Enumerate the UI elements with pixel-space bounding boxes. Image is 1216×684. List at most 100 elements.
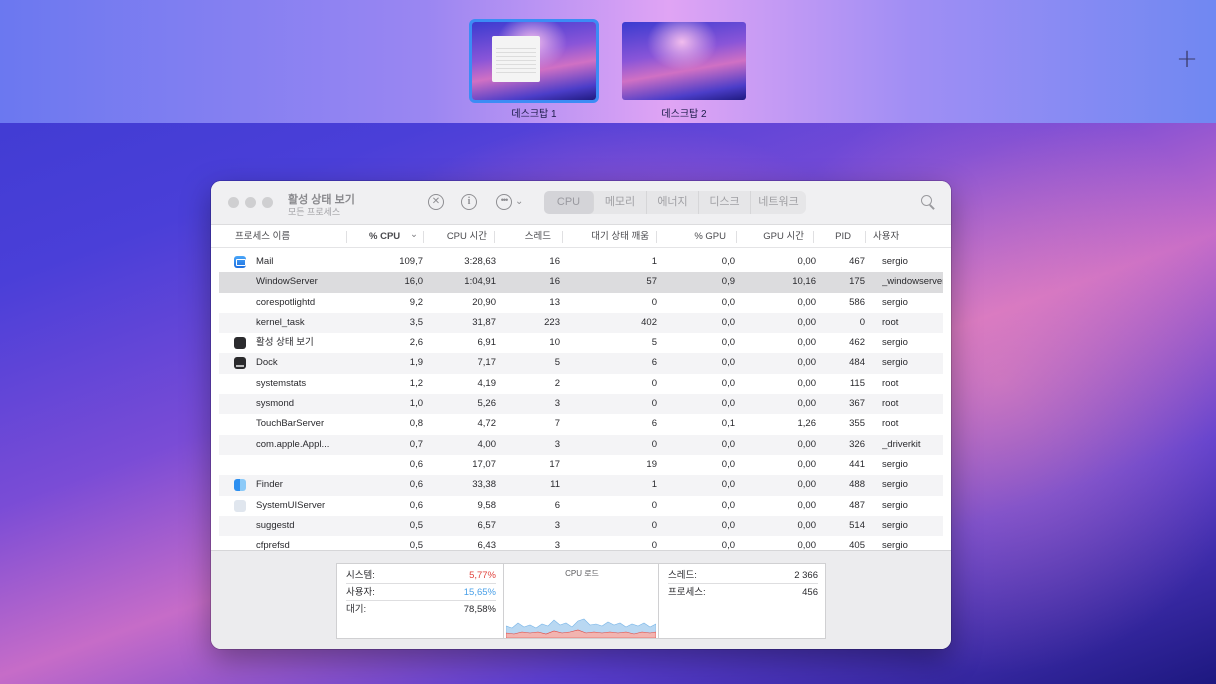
tab-network[interactable]: 네트워크	[751, 191, 806, 214]
chevron-down-icon[interactable]: ⌄	[515, 196, 523, 207]
cell-pid: 355	[849, 418, 865, 430]
cell-pid: 367	[849, 398, 865, 410]
cell-cpu: 1,2	[409, 377, 423, 389]
search-icon[interactable]	[920, 194, 936, 210]
stop-process-icon[interactable]: ✕	[428, 194, 444, 210]
cell-gpu: 0,0	[721, 458, 735, 470]
dock-icon	[234, 357, 246, 370]
cpu-load-panel: CPU 로드	[503, 563, 659, 639]
table-row[interactable]: cfprefsd 0,5 6,43 3 0 0,0 0,00 405 sergio	[219, 536, 943, 550]
cell-cpu: 9,2	[409, 296, 423, 308]
cell-user: root	[882, 377, 899, 389]
cell-cpu: 0,6	[409, 499, 423, 511]
cell-gpu-time: 10,16	[792, 276, 816, 288]
space-thumbnail-desktop-1[interactable]	[469, 19, 599, 103]
cell-pid: 467	[849, 256, 865, 267]
column-header-user[interactable]: 사용자	[865, 226, 925, 248]
cell-cpu: 0,5	[409, 519, 423, 531]
processes-stat: 프로세스: 456	[668, 585, 818, 601]
column-header-cpu-time[interactable]: CPU 시간	[423, 226, 487, 248]
cell-cpu: 2,6	[409, 337, 423, 349]
cell-user: sergio	[882, 256, 908, 267]
cell-gpu: 0,1	[721, 418, 735, 430]
cell-cpu-time: 4,19	[477, 377, 497, 389]
cell-pid: 488	[849, 479, 865, 491]
tab-memory[interactable]: 메모리	[594, 191, 647, 214]
column-header-cpu[interactable]: % CPU ⌄	[346, 226, 424, 248]
cell-cpu-time: 20,90	[472, 296, 496, 308]
cell-threads: 223	[544, 316, 560, 328]
cell-idle-wake: 5	[651, 337, 657, 349]
column-header-threads[interactable]: 스레드	[494, 226, 551, 248]
cell-pid: 462	[849, 337, 865, 349]
table-row[interactable]: Mail 109,7 3:28,63 16 1 0,0 0,00 467 sergio	[219, 252, 943, 272]
table-row[interactable]: 0,6 17,07 17 19 0,0 0,00 441 sergio	[219, 455, 943, 475]
tab-cpu[interactable]: CPU	[544, 191, 594, 214]
table-row[interactable]: com.apple.Appl... 0,7 4,00 3 0 0,0 0,00 326 _dri…	[219, 434, 943, 455]
column-header-process-name[interactable]: 프로세스 이름	[235, 226, 345, 248]
tab-energy[interactable]: 에너지	[647, 191, 699, 214]
cell-name: sysmond	[256, 398, 295, 410]
cell-cpu: 109,7	[399, 256, 423, 267]
table-row[interactable]: sysmond 1,0 5,26 3 0 0,0 0,00 367 root	[219, 394, 943, 415]
cell-gpu-time: 1,26	[797, 418, 817, 430]
cell-gpu: 0,0	[721, 438, 735, 450]
cell-name: com.apple.Appl...	[256, 438, 330, 450]
system-stat: 시스템: 5,77%	[346, 568, 496, 584]
cell-name: Finder	[256, 479, 283, 491]
cpu-usage-panel: 시스템: 5,77% 사용자: 15,65% 대기: 78,58%	[336, 563, 504, 639]
process-table: Mail 109,7 3:28,63 16 1 0,0 0,00 467 sergio Windo…	[219, 252, 943, 550]
minimize-window-button[interactable]	[245, 197, 256, 208]
table-row[interactable]: TouchBarServer 0,8 4,72 7 6 0,1 1,26 355 root	[219, 414, 943, 434]
cell-threads: 5	[554, 357, 560, 369]
cell-cpu: 0,5	[409, 540, 423, 550]
spaces-bar: 데스크탑 1 데스크탑 2 +	[0, 0, 1216, 123]
cell-user: root	[882, 418, 899, 430]
tab-disk[interactable]: 디스크	[699, 191, 751, 214]
cell-cpu-time: 1:04,91	[464, 276, 496, 288]
zoom-window-button[interactable]	[262, 197, 273, 208]
column-header-gpu-time[interactable]: GPU 시간	[736, 226, 804, 248]
column-header-gpu[interactable]: % GPU	[656, 226, 726, 248]
cell-gpu-time: 0,00	[797, 357, 817, 369]
table-row[interactable]: SystemUIServer 0,6 9,58 6 0 0,0 0,00 487 sergio	[219, 496, 943, 516]
column-header-idle-wake-ups[interactable]: 대기 상태 깨움	[562, 226, 649, 248]
cell-idle-wake: 0	[651, 398, 657, 410]
cell-cpu-time: 3:28,63	[464, 256, 496, 267]
table-row[interactable]: WindowServer 16,0 1:04,91 16 57 0,9 10,16 175 _w…	[219, 272, 943, 293]
cell-idle-wake: 402	[641, 316, 657, 328]
cell-name: systemstats	[256, 377, 307, 389]
table-row[interactable]: kernel_task 3,5 31,87 223 402 0,0 0,00 0 root	[219, 312, 943, 334]
table-row[interactable]: systemstats 1,2 4,19 2 0 0,0 0,00 115 root	[219, 374, 943, 394]
cell-pid: 0	[859, 316, 865, 328]
cell-threads: 13	[549, 296, 560, 308]
cell-threads: 3	[554, 540, 560, 550]
table-row[interactable]: corespotlightd 9,2 20,90 13 0 0,0 0,00 586 sergi…	[219, 293, 943, 313]
cpu-load-graph	[506, 618, 656, 638]
cell-cpu-time: 6,57	[477, 519, 497, 531]
space-thumbnail-desktop-2[interactable]	[622, 22, 746, 100]
cell-idle-wake: 6	[651, 357, 657, 369]
more-options-icon[interactable]: •••	[496, 194, 512, 210]
cell-threads: 3	[554, 438, 560, 450]
cell-gpu: 0,9	[721, 276, 735, 288]
cell-user: sergio	[882, 519, 908, 531]
table-row[interactable]: Finder 0,6 33,38 11 1 0,0 0,00 488 sergio	[219, 475, 943, 496]
cell-gpu-time: 0,00	[797, 499, 817, 511]
cell-name: Mail	[256, 256, 274, 267]
table-row[interactable]: suggestd 0,5 6,57 3 0 0,0 0,00 514 sergio	[219, 515, 943, 537]
cell-user: sergio	[882, 499, 908, 511]
table-row[interactable]: 활성 상태 보기 2,6 6,91 10 5 0,0 0,00 462 sergio	[219, 333, 943, 353]
cell-user: _windowserver	[882, 276, 943, 288]
space-label-desktop-1: 데스크탑 1	[511, 109, 557, 120]
add-space-button[interactable]: +	[1175, 46, 1199, 72]
cell-cpu: 0,6	[409, 458, 423, 470]
column-header-pid[interactable]: PID	[813, 226, 851, 248]
info-icon[interactable]: i	[461, 194, 477, 210]
cell-cpu: 1,0	[409, 398, 423, 410]
cell-gpu-time: 0,00	[797, 519, 817, 531]
table-row[interactable]: Dock 1,9 7,17 5 6 0,0 0,00 484 sergio	[219, 353, 943, 374]
cell-user: sergio	[882, 479, 908, 491]
cell-name: WindowServer	[256, 276, 318, 288]
close-window-button[interactable]	[228, 197, 239, 208]
